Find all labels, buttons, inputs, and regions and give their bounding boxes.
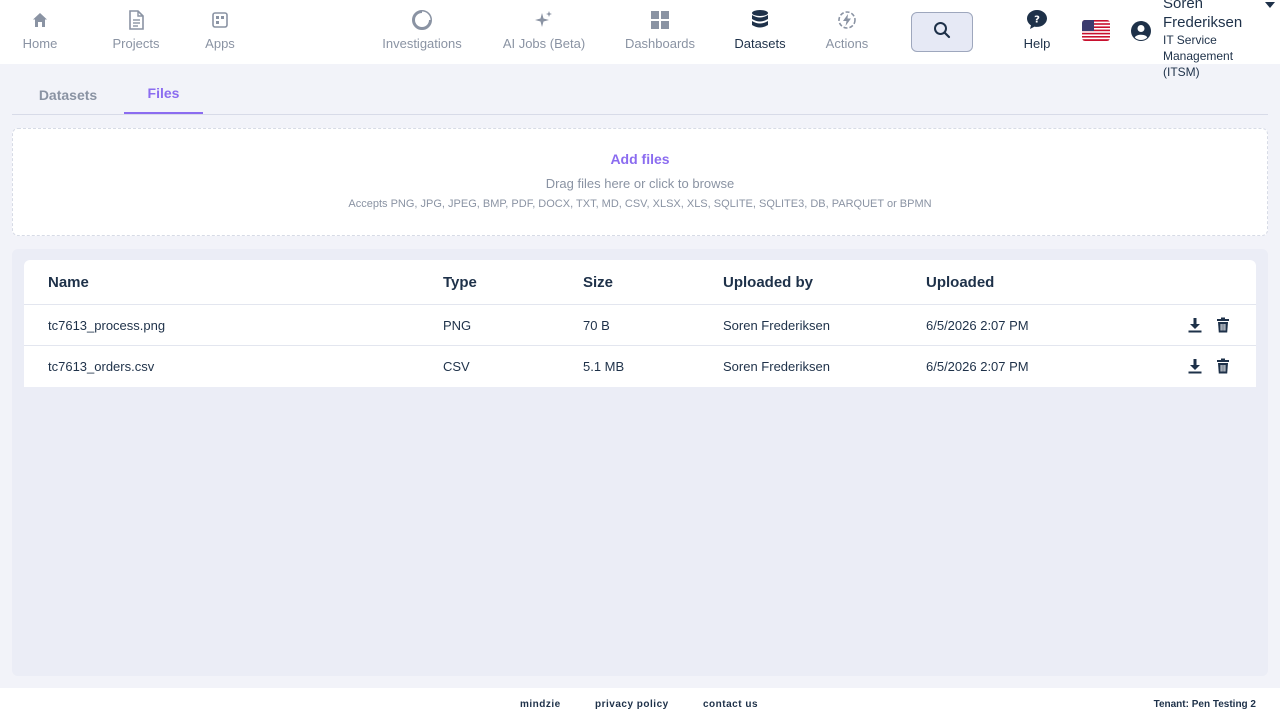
- table-header: Name Type Size Uploaded by Uploaded: [24, 260, 1256, 305]
- tenant-label: Tenant: Pen Testing 2: [1153, 699, 1256, 710]
- nav-dashboards-label: Dashboards: [624, 36, 696, 51]
- help-icon: ?: [1026, 9, 1048, 31]
- nav-ai-jobs-label: AI Jobs (Beta): [502, 36, 586, 51]
- footer-brand-link[interactable]: mindzie: [520, 699, 561, 710]
- nav-projects[interactable]: Projects: [106, 8, 166, 56]
- file-size: 70 B: [583, 318, 610, 333]
- file-size: 5.1 MB: [583, 359, 625, 374]
- file-name: tc7613_orders.csv: [48, 359, 155, 374]
- download-icon[interactable]: [1187, 317, 1203, 333]
- nav-ai-jobs[interactable]: AI Jobs (Beta): [498, 8, 590, 56]
- apps-icon: [212, 9, 228, 31]
- contact-us-link[interactable]: contact us: [703, 699, 758, 710]
- trash-icon[interactable]: [1215, 317, 1231, 333]
- nav-datasets-label: Datasets: [734, 36, 786, 51]
- user-name: Soren Frederiksen: [1163, 0, 1243, 31]
- table-row: tc7613_orders.csv CSV 5.1 MB Soren Frede…: [24, 346, 1256, 387]
- nav-home[interactable]: Home: [20, 8, 60, 56]
- nav-apps-label: Apps: [205, 36, 235, 51]
- svg-text:?: ?: [1034, 15, 1040, 26]
- nav-projects-label: Projects: [112, 36, 160, 51]
- home-icon: [32, 9, 48, 31]
- nav-investigations[interactable]: Investigations: [376, 8, 468, 56]
- sparkle-icon: [534, 9, 554, 31]
- tab-files[interactable]: Files: [124, 64, 203, 114]
- file-type: PNG: [443, 318, 472, 333]
- top-navigation: Home Projects Apps Investigations AI Job…: [0, 0, 1280, 79]
- file-uploaded-by: Soren Frederiksen: [723, 359, 830, 374]
- actions-icon: [837, 9, 857, 31]
- nav-investigations-label: Investigations: [382, 36, 462, 51]
- nav-help[interactable]: ? Help: [1017, 8, 1057, 56]
- nav-apps[interactable]: Apps: [200, 8, 240, 56]
- trash-icon[interactable]: [1215, 358, 1231, 374]
- us-flag-icon[interactable]: [1082, 20, 1110, 41]
- file-uploaded-by: Soren Frederiksen: [723, 318, 830, 333]
- document-icon: [127, 9, 145, 31]
- column-header-size[interactable]: Size: [583, 274, 613, 291]
- footer: mindzie privacy policy contact us Tenant…: [0, 688, 1280, 720]
- investigations-icon: [411, 9, 433, 31]
- nav-actions-label: Actions: [825, 36, 869, 51]
- files-panel: Name Type Size Uploaded by Uploaded tc76…: [12, 249, 1268, 676]
- nav-actions[interactable]: Actions: [820, 8, 874, 56]
- file-uploaded-date: 6/5/2026 2:07 PM: [926, 318, 1029, 333]
- nav-help-label: Help: [1023, 36, 1051, 51]
- privacy-policy-link[interactable]: privacy policy: [595, 699, 669, 710]
- database-icon: [751, 9, 769, 31]
- dashboard-icon: [650, 9, 670, 31]
- nav-home-label: Home: [22, 36, 58, 51]
- search-icon: [933, 21, 951, 44]
- files-table: Name Type Size Uploaded by Uploaded tc76…: [24, 260, 1256, 387]
- user-menu-caret-icon[interactable]: [1265, 2, 1275, 8]
- nav-datasets[interactable]: Datasets: [730, 8, 790, 56]
- search-button[interactable]: [911, 12, 973, 52]
- tab-datasets[interactable]: Datasets: [12, 64, 124, 114]
- column-header-uploaded[interactable]: Uploaded: [926, 274, 994, 291]
- column-header-name[interactable]: Name: [48, 274, 89, 291]
- nav-dashboards[interactable]: Dashboards: [620, 8, 700, 56]
- download-icon[interactable]: [1187, 358, 1203, 374]
- file-dropzone[interactable]: Add files Drag files here or click to br…: [12, 128, 1268, 236]
- file-type: CSV: [443, 359, 470, 374]
- tab-bar: Datasets Files: [12, 64, 1268, 115]
- column-header-uploaded-by[interactable]: Uploaded by: [723, 274, 813, 291]
- file-name: tc7613_process.png: [48, 318, 166, 333]
- table-row: tc7613_process.png PNG 70 B Soren Freder…: [24, 305, 1256, 346]
- column-header-type[interactable]: Type: [443, 274, 477, 291]
- file-uploaded-date: 6/5/2026 2:07 PM: [926, 359, 1029, 374]
- dropzone-instructions: Drag files here or click to browse: [545, 176, 735, 191]
- add-files-label[interactable]: Add files: [13, 151, 1267, 167]
- accepted-formats: Accepts PNG, JPG, JPEG, BMP, PDF, DOCX, …: [348, 198, 932, 210]
- user-avatar-icon[interactable]: [1130, 20, 1152, 42]
